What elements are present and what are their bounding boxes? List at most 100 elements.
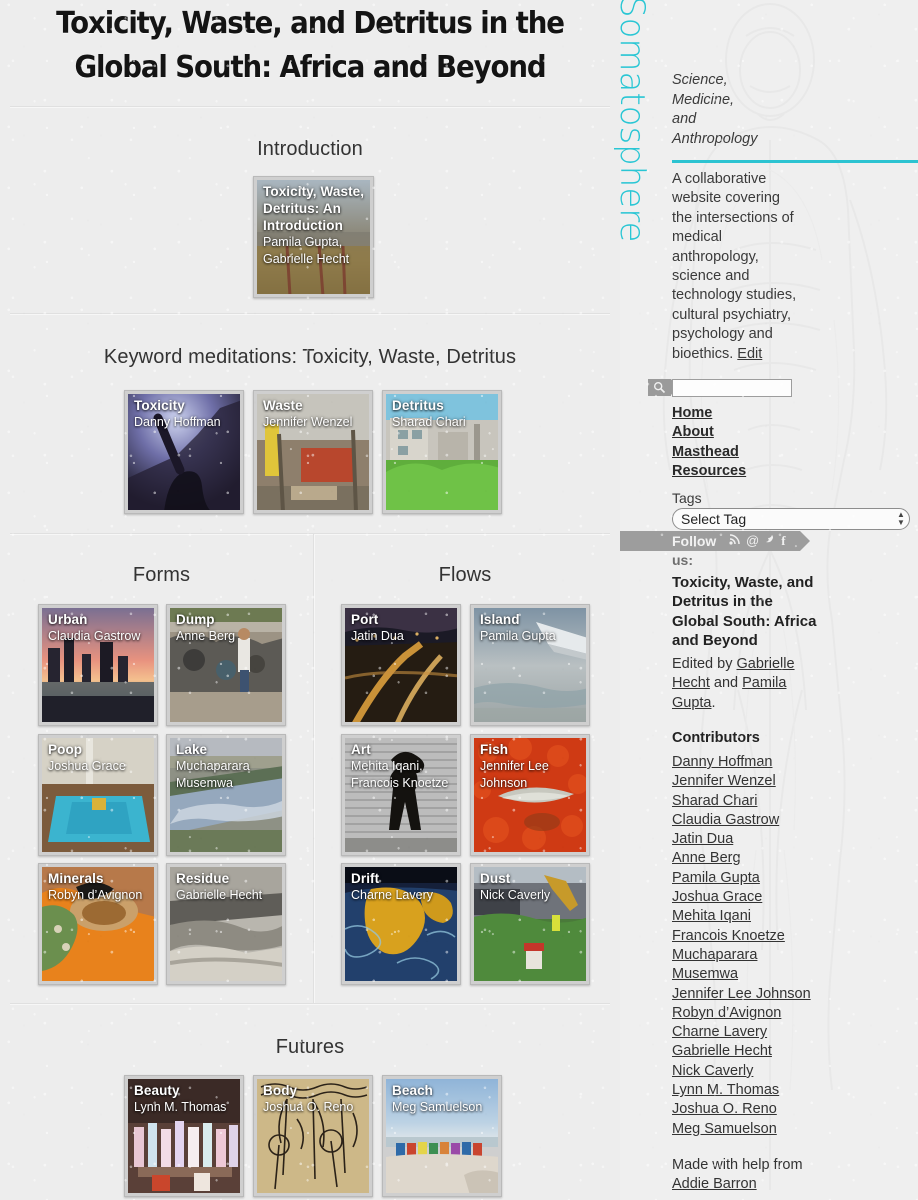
list-item[interactable]: Francois Knoetze	[672, 927, 811, 946]
article-tile-port[interactable]: Port Jatin Dua	[341, 604, 461, 726]
tagline-line-3: and	[672, 111, 697, 127]
nav-link-home[interactable]: Home	[672, 405, 712, 421]
nav-link-masthead[interactable]: Masthead	[672, 444, 739, 460]
tile-title: Urban	[48, 612, 88, 627]
article-tile-beauty[interactable]: Beauty Lynn M. Thomas	[124, 1075, 244, 1197]
tile-author: Pamila Gupta	[480, 629, 556, 643]
list-item[interactable]: Nick Caverly	[672, 1062, 811, 1081]
list-item[interactable]: Robyn d’Avignon	[672, 1004, 811, 1023]
list-item[interactable]: Joshua Grace	[672, 888, 811, 907]
article-tile-island[interactable]: Island Pamila Gupta	[470, 604, 590, 726]
contributor-link[interactable]: Charne Lavery	[672, 1024, 767, 1040]
search-icon[interactable]	[648, 379, 678, 396]
site-brand[interactable]: Somatosphere	[612, 0, 652, 242]
tile-title: Dump	[176, 612, 215, 627]
contributor-link[interactable]: Anne Berg	[672, 850, 741, 866]
contributor-link[interactable]: Claudia Gastrow	[672, 812, 779, 828]
contributor-link[interactable]: Jatin Dua	[672, 831, 733, 847]
contributor-link[interactable]: Francois Knoetze	[672, 928, 785, 944]
article-tile-dust[interactable]: Dust Nick Caverly	[470, 863, 590, 985]
credits-person-link[interactable]: Addie Barron	[672, 1176, 757, 1192]
article-tile-poop[interactable]: Poop Joshua Grace	[38, 734, 158, 856]
email-icon[interactable]: @	[746, 533, 759, 548]
tile-caption: Residue Gabrielle Hecht	[176, 870, 279, 904]
list-item[interactable]: Muchaparara	[672, 946, 811, 965]
nav-link-resources[interactable]: Resources	[672, 463, 746, 479]
contributor-link[interactable]: Mehita Iqani	[672, 908, 751, 924]
contributor-link[interactable]: Danny Hoffman	[672, 754, 772, 770]
contributor-link[interactable]: Musemwa	[672, 966, 738, 982]
tag-select[interactable]: Select Tag	[672, 508, 910, 530]
tile-caption: Beach Meg Samuelson	[392, 1082, 495, 1116]
article-tile-body[interactable]: Body Joshua O. Reno	[253, 1075, 373, 1197]
contributor-link[interactable]: Muchaparara	[672, 947, 757, 963]
contributor-link[interactable]: Nick Caverly	[672, 1063, 753, 1079]
rss-icon[interactable]	[729, 533, 741, 548]
tile-title: Detritus	[392, 398, 444, 413]
article-tile-art[interactable]: Art Mehita Iqani, Francois Knoetze	[341, 734, 461, 856]
article-tile-residue[interactable]: Residue Gabrielle Hecht	[166, 863, 286, 985]
article-tile-dump[interactable]: Dump Anne Berg	[166, 604, 286, 726]
article-tile-introduction[interactable]: Toxicity, Waste, Detritus: An Introducti…	[253, 176, 374, 298]
tile-caption: Poop Joshua Grace	[48, 741, 151, 775]
magnifier-glyph	[653, 381, 666, 394]
sidebar-item-home[interactable]: Home	[672, 404, 746, 423]
issue-title: Toxicity, Waste, and Detritus in the Glo…	[672, 574, 817, 650]
twitter-icon[interactable]	[764, 533, 776, 548]
contributor-link[interactable]: Pamila Gupta	[672, 870, 760, 886]
article-tile-lake[interactable]: Lake Muchaparara Musemwa	[166, 734, 286, 856]
search-input[interactable]	[672, 379, 792, 397]
article-tile-toxicity[interactable]: Toxicity Danny Hoffman	[124, 390, 244, 514]
tagline-line-1: Science,	[672, 72, 728, 88]
contributor-link[interactable]: Gabrielle Hecht	[672, 1043, 772, 1059]
credits-prefix: Made with help from	[672, 1157, 803, 1173]
list-item[interactable]: Anne Berg	[672, 849, 811, 868]
list-item[interactable]: Mehita Iqani	[672, 907, 811, 926]
list-item[interactable]: Jennifer Wenzel	[672, 772, 811, 791]
article-tile-beach[interactable]: Beach Meg Samuelson	[382, 1075, 502, 1197]
contributor-link[interactable]: Sharad Chari	[672, 793, 757, 809]
list-item[interactable]: Musemwa	[672, 965, 811, 984]
contributor-link[interactable]: Meg Samuelson	[672, 1121, 777, 1137]
list-item[interactable]: Meg Samuelson	[672, 1120, 811, 1139]
list-item[interactable]: Charne Lavery	[672, 1023, 811, 1042]
tile-caption: Detritus Sharad Chari	[392, 397, 495, 431]
article-tile-detritus[interactable]: Detritus Sharad Chari	[382, 390, 502, 514]
list-item[interactable]: Danny Hoffman	[672, 753, 811, 772]
sidebar-item-resources[interactable]: Resources	[672, 462, 746, 481]
site-description-text: A collaborative website covering the int…	[672, 171, 797, 362]
tile-title: Art	[351, 742, 371, 757]
contributor-link[interactable]: Jennifer Lee Johnson	[672, 986, 811, 1002]
tile-title: Dust	[480, 871, 511, 886]
list-item[interactable]: Sharad Chari	[672, 792, 811, 811]
list-item[interactable]: Joshua O. Reno	[672, 1100, 811, 1119]
social-links: @ f	[729, 533, 786, 548]
article-tile-urban[interactable]: Urban Claudia Gastrow	[38, 604, 158, 726]
list-item[interactable]: Lynn M. Thomas	[672, 1081, 811, 1100]
article-tile-waste[interactable]: Waste Jennifer Wenzel	[253, 390, 373, 514]
contributor-link[interactable]: Joshua Grace	[672, 889, 762, 905]
list-item[interactable]: Gabrielle Hecht	[672, 1042, 811, 1061]
edit-link[interactable]: Edit	[737, 346, 762, 362]
tile-author: Pamila Gupta, Gabrielle Hecht	[263, 235, 350, 266]
article-tile-minerals[interactable]: Minerals Robyn d’Avignon	[38, 863, 158, 985]
accent-rule	[672, 160, 918, 163]
tile-title: Island	[480, 612, 520, 627]
contributor-link[interactable]: Jennifer Wenzel	[672, 773, 776, 789]
list-item[interactable]: Claudia Gastrow	[672, 811, 811, 830]
article-tile-fish[interactable]: Fish Jennifer Lee Johnson	[470, 734, 590, 856]
nav-link-about[interactable]: About	[672, 424, 714, 440]
section-heading-forms: Forms	[132, 564, 191, 586]
list-item[interactable]: Jatin Dua	[672, 830, 811, 849]
list-item[interactable]: Pamila Gupta	[672, 869, 811, 888]
tile-title: Body	[263, 1083, 298, 1098]
contributor-link[interactable]: Joshua O. Reno	[672, 1101, 777, 1117]
contributor-link[interactable]: Robyn d’Avignon	[672, 1005, 781, 1021]
tile-caption: Drift Charne Lavery	[351, 870, 454, 904]
sidebar-item-about[interactable]: About	[672, 423, 746, 442]
list-item[interactable]: Jennifer Lee Johnson	[672, 985, 811, 1004]
contributor-link[interactable]: Lynn M. Thomas	[672, 1082, 779, 1098]
facebook-icon[interactable]: f	[781, 533, 785, 548]
sidebar-item-masthead[interactable]: Masthead	[672, 443, 746, 462]
article-tile-drift[interactable]: Drift Charne Lavery	[341, 863, 461, 985]
